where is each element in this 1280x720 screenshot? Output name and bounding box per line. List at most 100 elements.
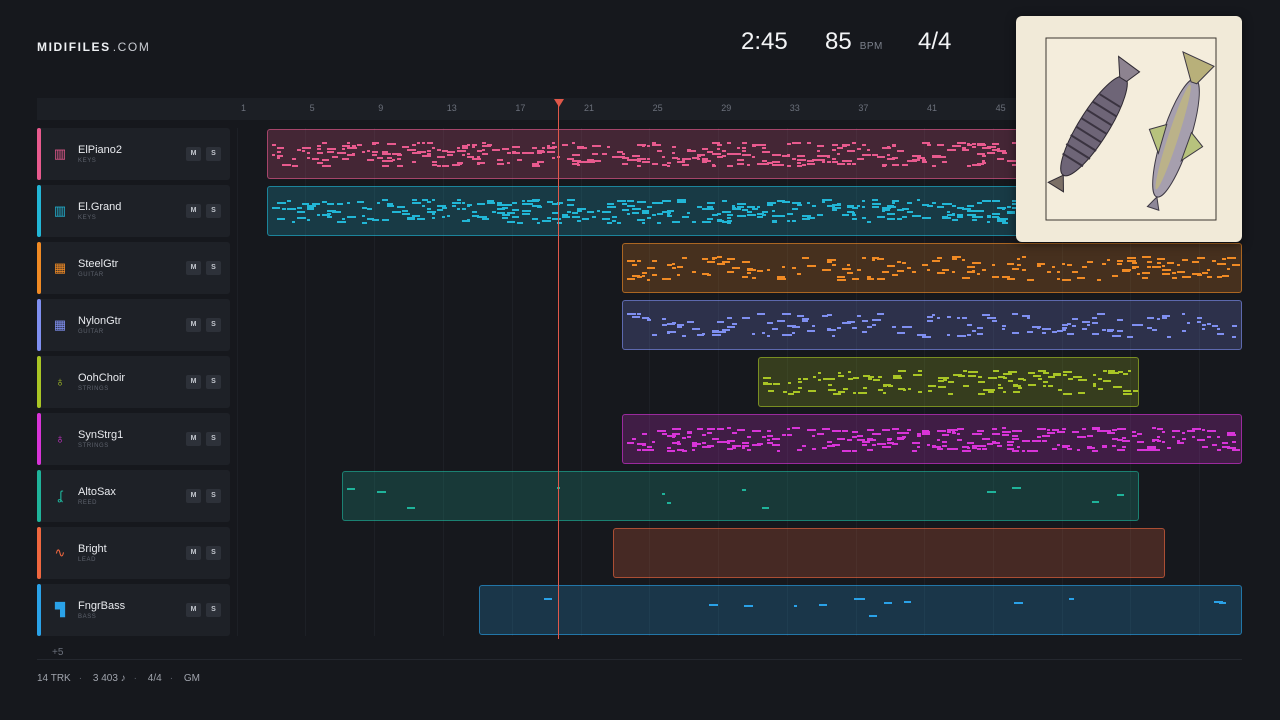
solo-button[interactable]: S [206, 489, 221, 503]
mute-button[interactable]: M [186, 318, 201, 332]
solo-button[interactable]: S [206, 204, 221, 218]
midi-clip[interactable] [758, 357, 1139, 407]
midi-note [1182, 313, 1185, 315]
track-header[interactable]: ♁ OohChoir STRINGS M S [37, 356, 230, 408]
midi-note [662, 164, 667, 166]
midi-note [837, 279, 846, 281]
midi-note [1127, 336, 1133, 338]
midi-note [792, 220, 796, 222]
midi-note [907, 202, 911, 204]
midi-note [1052, 448, 1057, 450]
mute-button[interactable]: M [186, 375, 201, 389]
midi-note [962, 208, 971, 210]
midi-note [387, 203, 393, 205]
track-header[interactable]: ʆ AltoSax REED M S [37, 470, 230, 522]
midi-note [502, 214, 510, 216]
track-header[interactable]: ▦ SteelGtr GUITAR M S [37, 242, 230, 294]
midi-note [562, 214, 568, 216]
midi-note [412, 199, 417, 201]
track-header[interactable]: ▦ NylonGtr GUITAR M S [37, 299, 230, 351]
track-header[interactable]: ▥ El.Grand KEYS M S [37, 185, 230, 237]
track-header[interactable]: ▜ FngrBass BASS M S [37, 584, 230, 636]
midi-note [277, 147, 284, 149]
midi-clip[interactable] [342, 471, 1139, 521]
midi-note [592, 216, 596, 218]
midi-note [832, 329, 836, 331]
midi-note [972, 330, 976, 332]
midi-note [917, 446, 920, 448]
solo-button[interactable]: S [206, 603, 221, 617]
midi-note [1167, 262, 1174, 264]
midi-note [357, 201, 364, 203]
midi-note [877, 216, 885, 218]
solo-button[interactable]: S [206, 375, 221, 389]
midi-clip[interactable] [622, 300, 1242, 350]
mute-button[interactable]: M [186, 261, 201, 275]
mute-button[interactable]: M [186, 432, 201, 446]
track-header[interactable]: ▥ ElPiano2 KEYS M S [37, 128, 230, 180]
midi-clip[interactable] [622, 243, 1242, 293]
track-category: STRINGS [78, 443, 109, 449]
midi-note [967, 447, 970, 449]
midi-note [892, 326, 896, 328]
track-category: GUITAR [78, 329, 104, 335]
midi-note [987, 491, 996, 493]
midi-note [988, 377, 997, 379]
mute-button[interactable]: M [186, 204, 201, 218]
solo-button[interactable]: S [206, 546, 221, 560]
solo-button[interactable]: S [206, 261, 221, 275]
midi-note [792, 202, 801, 204]
midi-note [717, 144, 722, 146]
midi-note [967, 214, 976, 216]
midi-note [422, 155, 431, 157]
playhead-handle[interactable] [554, 99, 564, 107]
midi-note [552, 142, 555, 144]
midi-clip[interactable] [479, 585, 1242, 635]
midi-note [877, 313, 884, 315]
mute-button[interactable]: M [186, 546, 201, 560]
midi-note [1052, 266, 1055, 268]
solo-button[interactable]: S [206, 147, 221, 161]
midi-note [347, 142, 350, 144]
mute-button[interactable]: M [186, 489, 201, 503]
midi-note [802, 215, 811, 217]
midi-note [837, 327, 841, 329]
track-header[interactable]: ♁ SynStrg1 STRINGS M S [37, 413, 230, 465]
midi-note [1092, 317, 1097, 319]
mute-button[interactable]: M [186, 603, 201, 617]
midi-note [877, 156, 885, 158]
midi-note [1092, 450, 1098, 452]
midi-note [872, 259, 875, 261]
ruler-bar-label: 45 [995, 103, 1006, 113]
track-header[interactable]: ∿ Bright LEAD M S [37, 527, 230, 579]
midi-note [317, 145, 321, 147]
midi-note [372, 154, 377, 156]
midi-note [642, 272, 647, 274]
midi-note [992, 428, 997, 430]
midi-note [1062, 428, 1066, 430]
solo-button[interactable]: S [206, 318, 221, 332]
midi-note [777, 276, 785, 278]
midi-note [818, 372, 821, 374]
more-tracks-indicator[interactable]: +5 [52, 647, 63, 658]
mute-button[interactable]: M [186, 147, 201, 161]
midi-note [897, 218, 902, 220]
midi-note [853, 377, 859, 379]
playhead[interactable] [558, 104, 559, 639]
midi-note [577, 164, 580, 166]
midi-note [1042, 332, 1046, 334]
midi-note [677, 274, 680, 276]
midi-note [397, 206, 405, 208]
midi-note [1037, 327, 1040, 329]
midi-note [547, 151, 555, 153]
midi-note [432, 213, 435, 215]
midi-note [967, 165, 971, 167]
midi-note [837, 203, 841, 205]
midi-note [982, 200, 991, 202]
midi-note [302, 150, 305, 152]
midi-note [763, 377, 771, 379]
solo-button[interactable]: S [206, 432, 221, 446]
midi-clip[interactable] [613, 528, 1165, 578]
midi-note [812, 205, 816, 207]
midi-clip[interactable] [622, 414, 1242, 464]
